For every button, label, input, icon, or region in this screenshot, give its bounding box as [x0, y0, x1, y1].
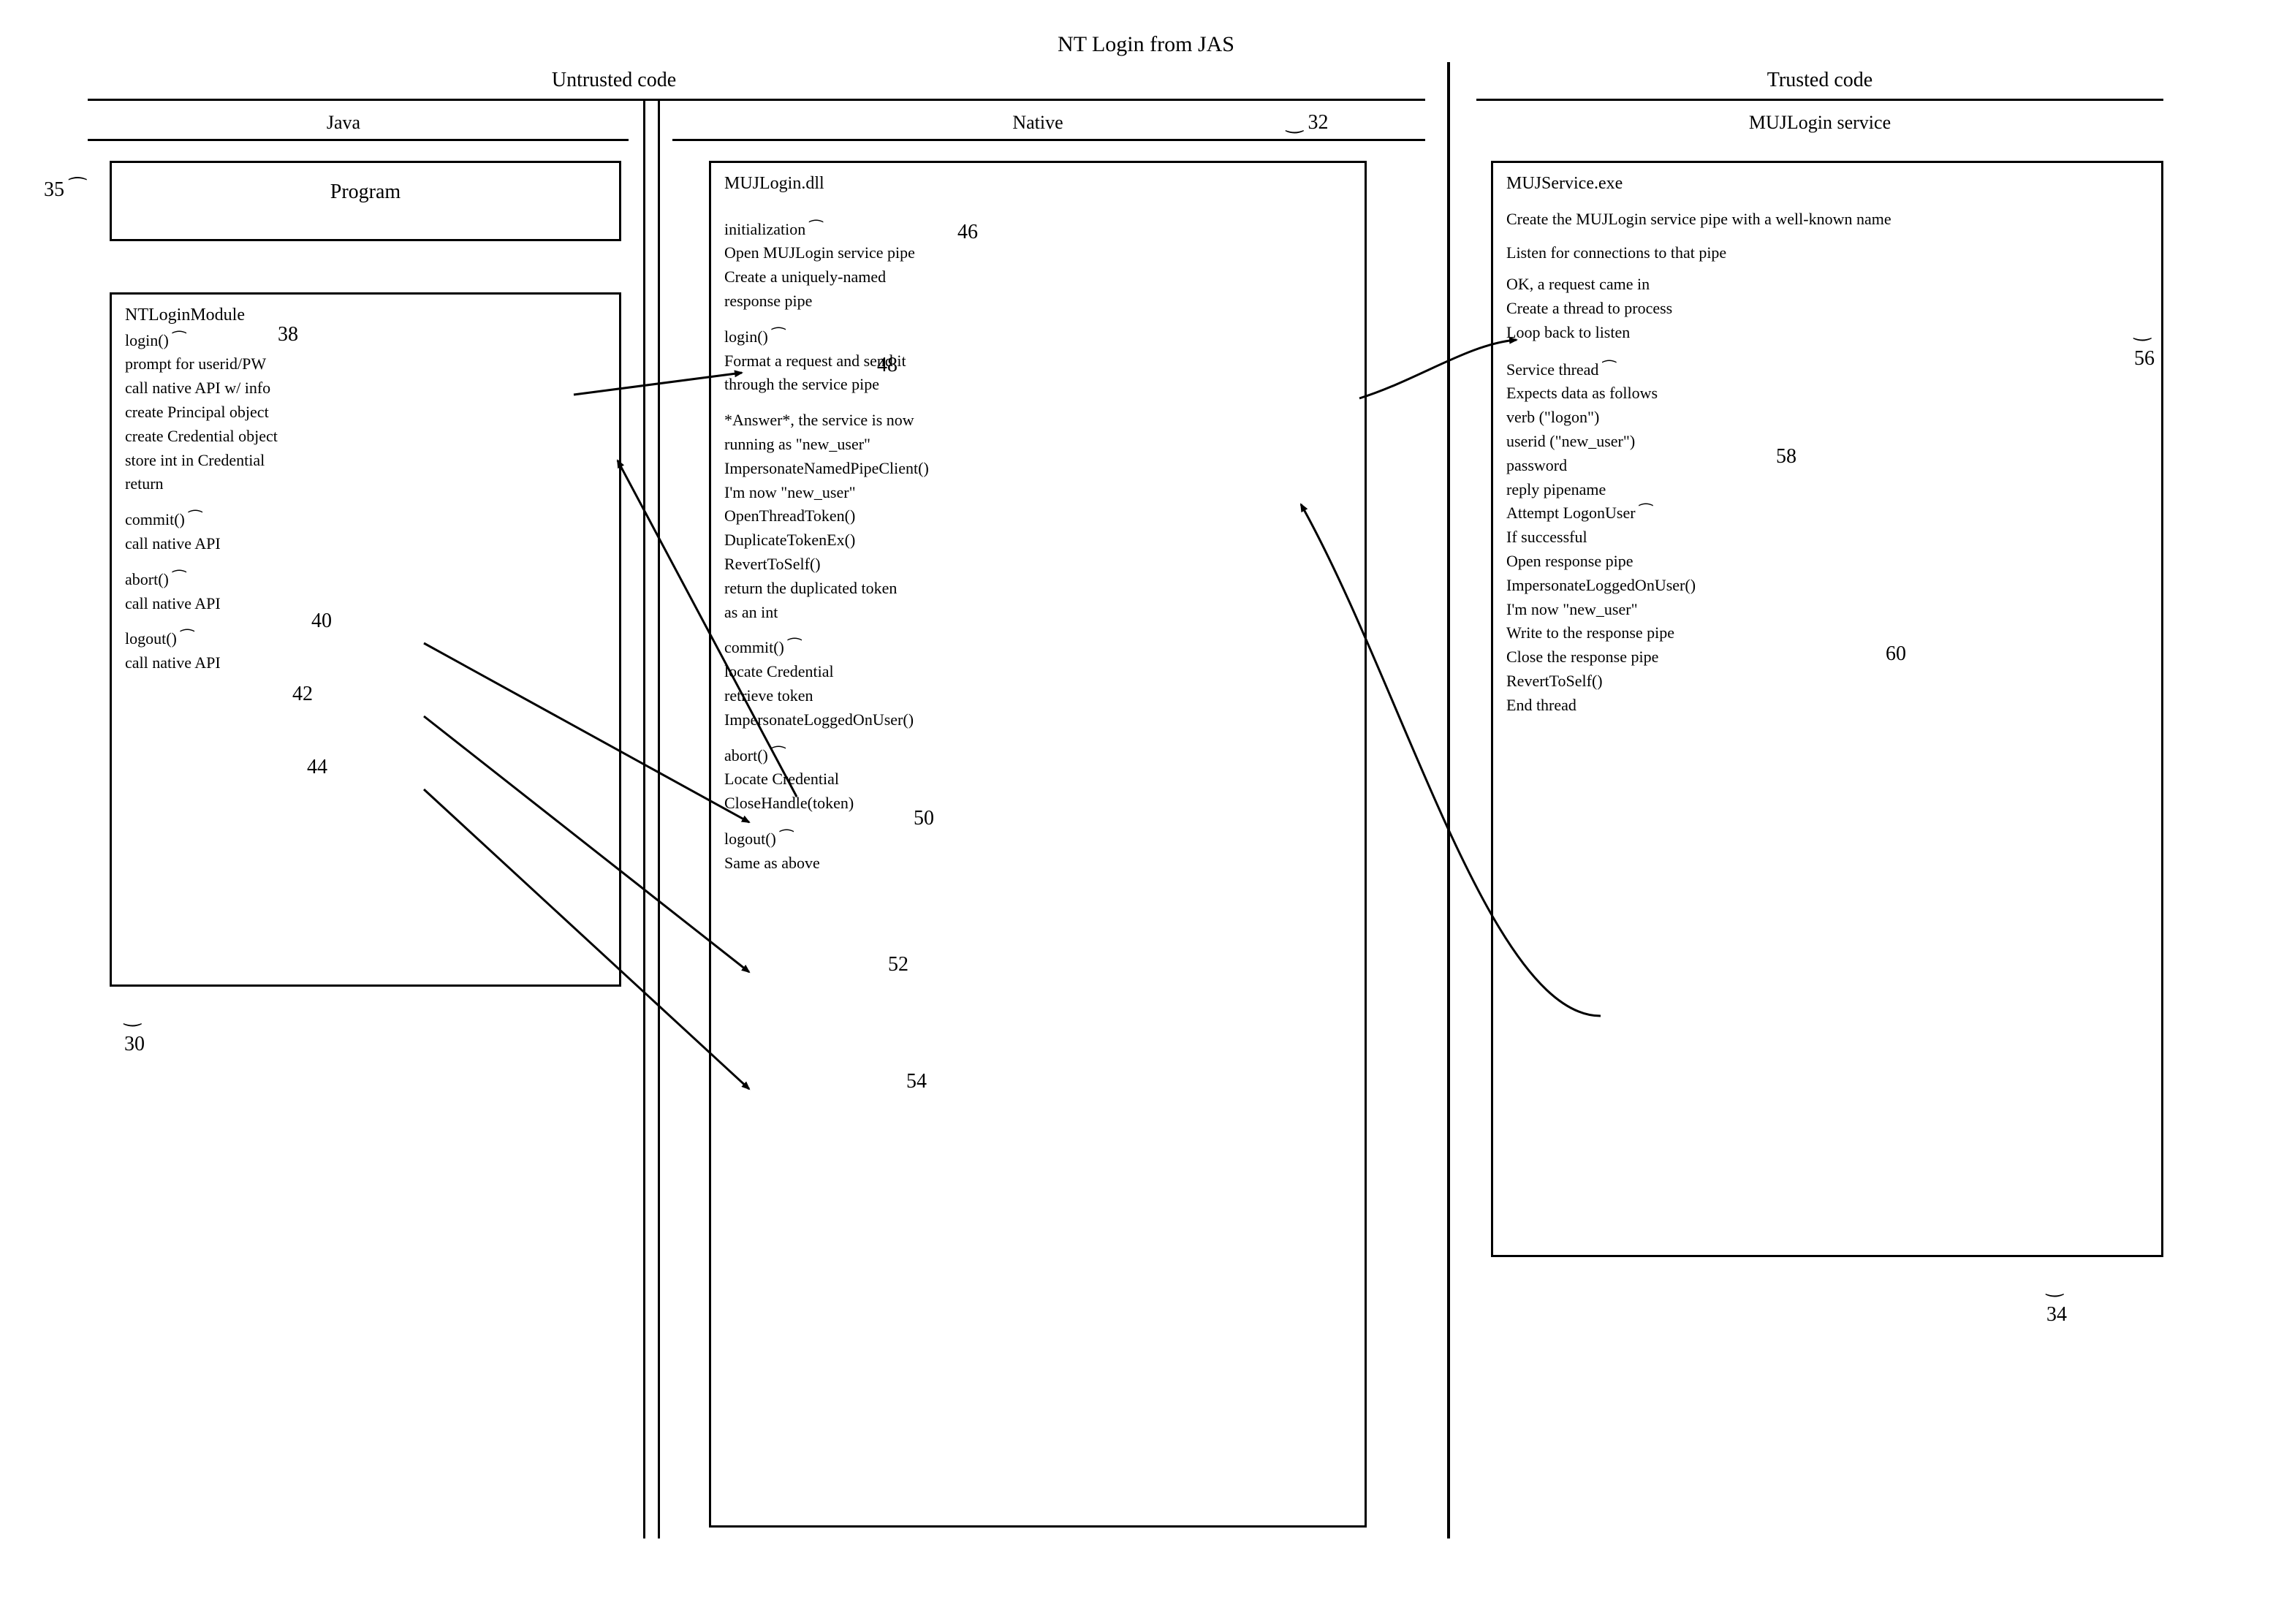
native-login2-1: running as "new_user" — [724, 433, 1351, 456]
native-login: login() — [724, 327, 768, 346]
native-logout: logout() — [724, 830, 776, 848]
ref-56: ‿56 — [2134, 316, 2155, 373]
native-commit-b2: ImpersonateLoggedOnUser() — [724, 709, 1351, 732]
native-login2-6: RevertToSelf() — [724, 553, 1351, 576]
ref-42: 42 — [292, 680, 313, 708]
native-logout-b0: Same as above — [724, 852, 1351, 875]
native-login2-2: ImpersonateNamedPipeClient() — [724, 458, 1351, 480]
native-abort: abort() — [724, 746, 768, 764]
service-attempt: Attempt LogonUser — [1506, 504, 1636, 522]
muj-col-label: MUJLogin service — [1688, 110, 1951, 136]
ntloginmodule-box: NTLoginModule login() ⁀ prompt for useri… — [110, 292, 621, 987]
java-col-label: Java — [270, 110, 417, 136]
native-commit-b0: locate Credential — [724, 661, 1351, 683]
native-login2-0: *Answer*, the service is now — [724, 409, 1351, 432]
service-end: End thread — [1506, 694, 2148, 717]
ref-35: 35 ⁀ — [44, 175, 86, 204]
native-abort-b1: CloseHandle(token) — [724, 792, 1351, 815]
native-login1-0: Format a request and send it — [724, 350, 1351, 373]
service-top-4: Loop back to listen — [1506, 322, 2148, 344]
ref-60: 60 — [1886, 640, 1906, 668]
native-login1-1: through the service pipe — [724, 373, 1351, 396]
native-login2-3: I'm now "new_user" — [724, 482, 1351, 504]
ntloginmodule-title: NTLoginModule — [125, 303, 606, 328]
java-logout-b0: call native API — [125, 652, 606, 675]
java-commit: commit() — [125, 510, 185, 528]
service-data-2: password — [1506, 455, 2148, 477]
ref-54: 54 — [906, 1067, 927, 1096]
mujlogin-dll-box: MUJLogin.dll initialization ⁀ Open MUJLo… — [709, 161, 1367, 1528]
ref-58: 58 — [1776, 442, 1796, 471]
native-init-b0: Open MUJLogin service pipe — [724, 242, 1351, 265]
service-title: MUJService.exe — [1506, 172, 2148, 197]
java-logout: logout() — [125, 629, 177, 648]
rule-top-left — [88, 99, 1425, 101]
ref-48: 48 — [877, 351, 898, 379]
service-top-1: Listen for connections to that pipe — [1506, 242, 2148, 265]
service-if-2: I'm now "new_user" — [1506, 599, 2148, 621]
java-login-b5: store int in Credential — [125, 449, 606, 472]
ref-32: ‿ 32 — [1286, 108, 1329, 137]
divider-java-native-a — [643, 99, 645, 1538]
service-data-3: reply pipename — [1506, 479, 2148, 501]
program-label: Program — [330, 181, 401, 203]
trusted-label: Trusted code — [1674, 66, 1966, 94]
native-title: MUJLogin.dll — [724, 172, 1351, 197]
native-init-end: response pipe — [724, 290, 1351, 313]
java-login-b1: call native API w/ info — [125, 377, 606, 400]
untrusted-label: Untrusted code — [468, 66, 760, 94]
service-thread: Service thread — [1506, 360, 1598, 379]
service-data-0: verb ("logon") — [1506, 406, 2148, 429]
native-commit: commit() — [724, 638, 784, 656]
service-if-5: RevertToSelf() — [1506, 670, 2148, 693]
service-top-3: Create a thread to process — [1506, 297, 2148, 320]
ref-46: 46 — [957, 218, 978, 246]
service-if-3: Write to the response pipe — [1506, 622, 2148, 645]
java-abort-b0: call native API — [125, 593, 606, 615]
service-top-0: Create the MUJLogin service pipe with a … — [1506, 208, 2148, 231]
native-login2-4: OpenThreadToken() — [724, 505, 1351, 528]
java-commit-b0: call native API — [125, 533, 606, 555]
program-box: Program — [110, 161, 621, 241]
native-commit-b1: retrieve token — [724, 685, 1351, 707]
divider-untrusted-trusted — [1447, 62, 1450, 1538]
service-top-2: OK, a request came in — [1506, 273, 2148, 296]
service-data-1: userid ("new_user") — [1506, 430, 2148, 453]
java-abort: abort() — [125, 570, 169, 588]
native-abort-b0: Locate Credential — [724, 768, 1351, 791]
divider-java-native-b — [658, 99, 660, 1538]
mujservice-box: MUJService.exe Create the MUJLogin servi… — [1491, 161, 2163, 1257]
ref-30: ‿30 — [124, 1001, 145, 1058]
service-if-1: ImpersonateLoggedOnUser() — [1506, 574, 2148, 597]
service-expects: Expects data as follows — [1506, 382, 2148, 405]
service-if-0: Open response pipe — [1506, 550, 2148, 573]
service-if-4: Close the response pipe — [1506, 646, 2148, 669]
service-ifsucc: If successful — [1506, 526, 2148, 549]
native-login2-7: return the duplicated token — [724, 577, 1351, 600]
java-login-b6: return — [125, 473, 606, 496]
java-login-b3: create Principal object — [125, 401, 606, 424]
java-login: login() — [125, 331, 169, 349]
native-login2-8: as an int — [724, 602, 1351, 624]
native-login2-5: DuplicateTokenEx() — [724, 529, 1351, 552]
ref-34: ‿34 — [2046, 1272, 2067, 1329]
ref-40: 40 — [311, 607, 332, 635]
native-init-b1: Create a uniquely-named — [724, 266, 1351, 289]
native-init: initialization — [724, 220, 805, 238]
java-login-b0: prompt for userid/PW — [125, 353, 606, 376]
rule-native — [672, 139, 1425, 141]
page-title: NT Login from JAS — [1058, 29, 1234, 60]
java-login-b4: create Credential object — [125, 425, 606, 448]
ref-38: 38 — [278, 320, 298, 349]
ref-50: 50 — [914, 804, 934, 832]
native-col-label: Native — [965, 110, 1111, 136]
ref-52: 52 — [888, 950, 908, 979]
rule-java — [88, 139, 629, 141]
diagram-page: NT Login from JAS Untrusted code Trusted… — [29, 29, 2263, 1595]
rule-top-right — [1476, 99, 2163, 101]
ref-44: 44 — [307, 753, 327, 781]
